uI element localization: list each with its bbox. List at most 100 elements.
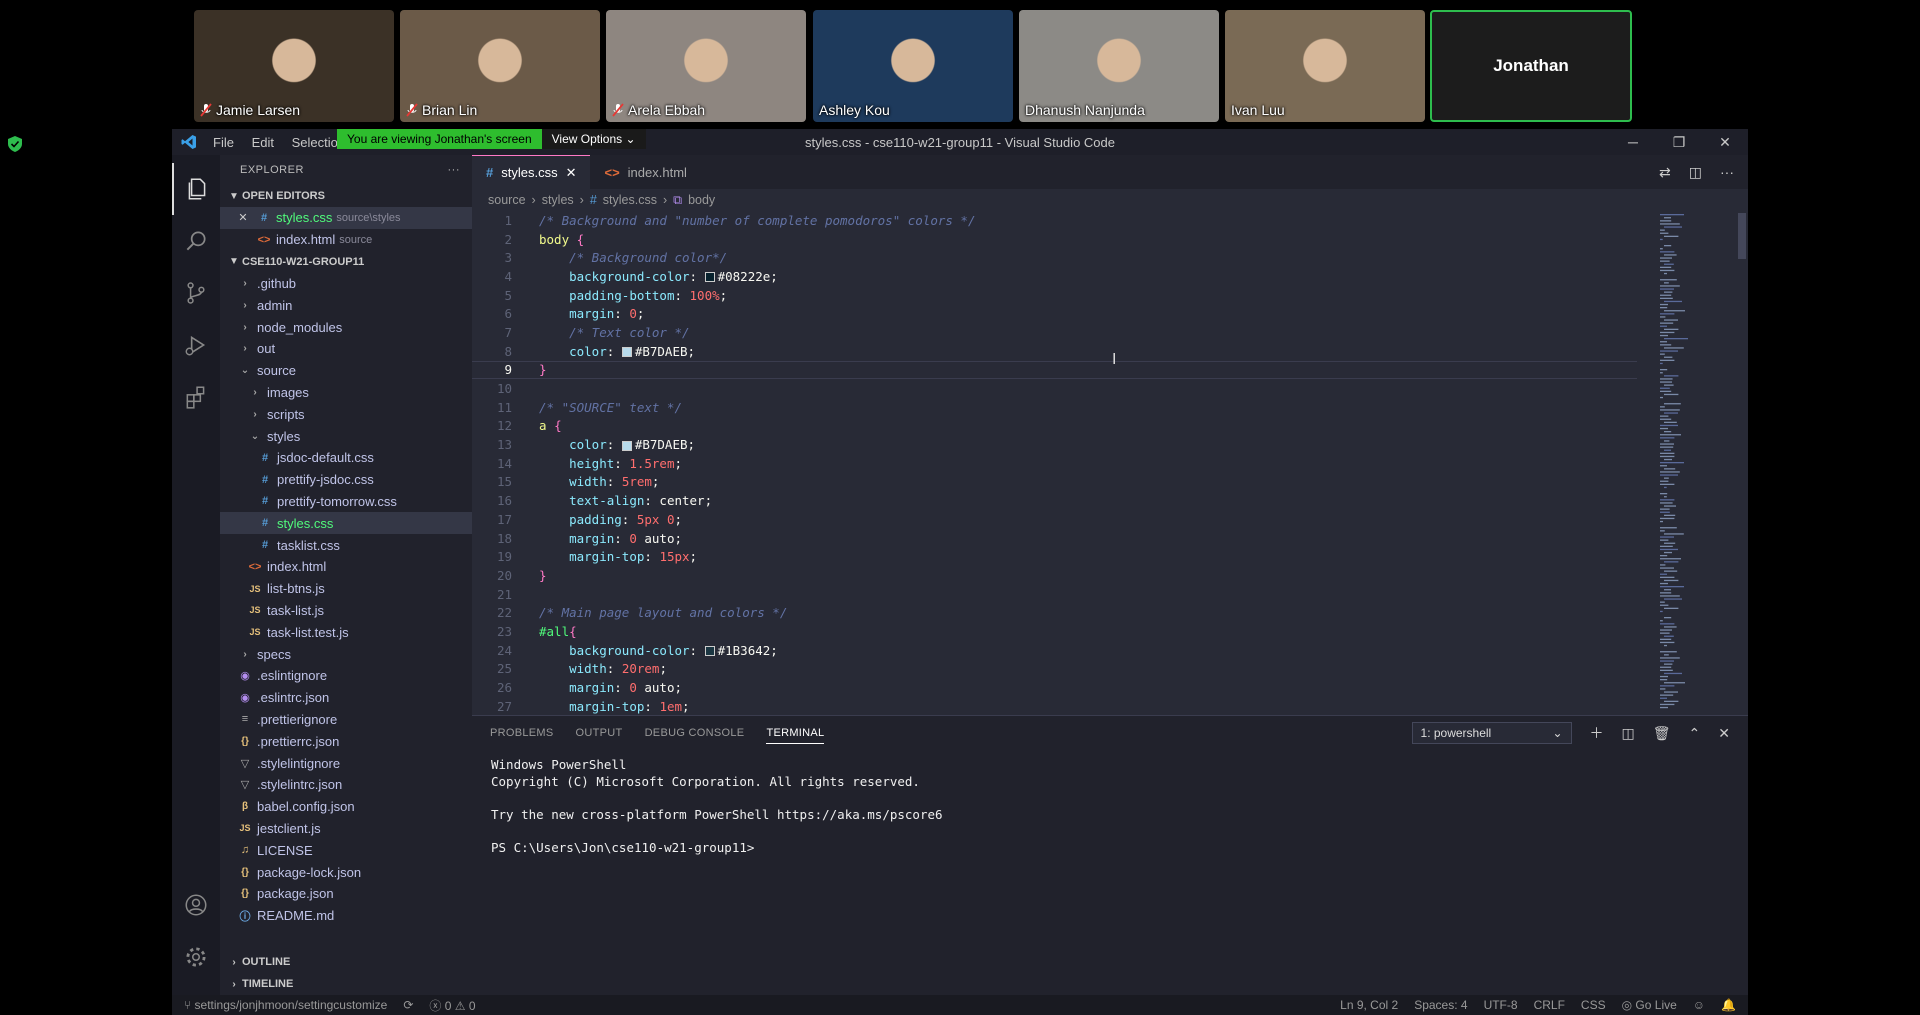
participant-tile[interactable]: Ivan Luu [1225, 10, 1425, 122]
code-line[interactable]: 9} [472, 360, 1637, 380]
tab-terminal[interactable]: TERMINAL [766, 727, 825, 744]
file-item[interactable]: ⓘ README.md [220, 905, 472, 927]
split-terminal-icon[interactable]: ◫ [1622, 725, 1635, 742]
breadcrumb-styles[interactable]: styles [542, 193, 574, 207]
close-window-icon[interactable]: ✕ [1702, 129, 1748, 155]
code-line[interactable]: 27 margin-top: 1em; [472, 697, 1748, 715]
menu-edit[interactable]: Edit [252, 135, 274, 150]
close-tab-icon[interactable]: ✕ [566, 165, 577, 181]
language-mode[interactable]: CSS [1581, 998, 1606, 1012]
cursor-position[interactable]: Ln 9, Col 2 [1340, 998, 1398, 1012]
tab-output[interactable]: OUTPUT [576, 727, 623, 739]
file-item[interactable]: ♫ LICENSE [220, 839, 472, 861]
file-item[interactable]: JS task-list.js [220, 600, 472, 622]
code-editor[interactable]: 1 /* Background and "number of complete p… [472, 211, 1748, 715]
terminal-output[interactable]: Windows PowerShell Copyright (C) Microsof… [472, 750, 1748, 856]
participant-tile[interactable]: Arela Ebbah [606, 10, 806, 122]
file-item[interactable]: ◉ .eslintrc.json [220, 687, 472, 709]
minimize-icon[interactable]: ─ [1610, 129, 1656, 155]
code-line[interactable]: 5 padding-bottom: 100%; [472, 286, 1748, 305]
file-item[interactable]: # prettify-jsdoc.css [220, 469, 472, 491]
folder-item[interactable]: › images [220, 382, 472, 404]
editor-scrollbar[interactable] [1736, 211, 1748, 715]
file-item[interactable]: <> index.html [220, 556, 472, 578]
account-icon[interactable] [172, 879, 220, 931]
folder-item[interactable]: ⌄ source [220, 360, 472, 382]
code-line[interactable]: 21 [472, 585, 1748, 604]
file-item[interactable]: # styles.css [220, 512, 472, 535]
participant-tile[interactable]: Brian Lin [400, 10, 600, 122]
folder-item[interactable]: › scripts [220, 403, 472, 425]
notifications-icon[interactable]: 🔔 [1721, 998, 1736, 1012]
code-line[interactable]: 20} [472, 566, 1748, 585]
participant-tile[interactable]: Ashley Kou [813, 10, 1013, 122]
split-editor-icon[interactable]: ◫ [1689, 164, 1702, 181]
timeline-section[interactable]: › TIMELINE [220, 973, 472, 995]
feedback-icon[interactable]: ☺ [1693, 998, 1705, 1012]
code-line[interactable]: 16 text-align: center; [472, 491, 1748, 510]
new-terminal-icon[interactable]: ＋ [1590, 723, 1604, 743]
outline-section[interactable]: › OUTLINE [220, 951, 472, 973]
code-line[interactable]: 18 margin: 0 auto; [472, 529, 1748, 548]
folder-item[interactable]: › out [220, 338, 472, 360]
explorer-icon[interactable] [172, 163, 220, 215]
more-actions-icon[interactable]: ··· [448, 164, 461, 176]
tab-problems[interactable]: PROBLEMS [490, 727, 554, 739]
folder-item[interactable]: › .github [220, 273, 472, 295]
sync-icon[interactable]: ⟳ [403, 998, 413, 1012]
color-swatch[interactable] [621, 440, 632, 451]
code-line[interactable]: 25 width: 20rem; [472, 660, 1748, 679]
terminal-select[interactable]: 1: powershell ⌄ [1411, 722, 1572, 744]
go-live-button[interactable]: ◎ Go Live [1622, 998, 1677, 1012]
code-line[interactable]: 17 padding: 5px 0; [472, 510, 1748, 529]
folder-item[interactable]: › specs [220, 643, 472, 665]
code-line[interactable]: 23 #all{ [472, 622, 1748, 641]
code-line[interactable]: 14 height: 1.5rem; [472, 454, 1748, 473]
code-line[interactable]: 24 background-color: #1B3642; [472, 641, 1748, 660]
indentation[interactable]: Spaces: 4 [1414, 998, 1467, 1012]
file-item[interactable]: {} .prettierrc.json [220, 730, 472, 752]
participant-tile[interactable]: Dhanush Nanjunda [1019, 10, 1219, 122]
breadcrumb-symbol[interactable]: body [688, 193, 715, 207]
code-line[interactable]: 12 a { [472, 417, 1748, 436]
file-item[interactable]: # prettify-tomorrow.css [220, 491, 472, 513]
file-item[interactable]: ▽ .stylelintrc.json [220, 774, 472, 796]
maximize-panel-icon[interactable]: ⌃ [1689, 725, 1701, 742]
file-item[interactable]: {} package-lock.json [220, 861, 472, 883]
file-item[interactable]: JS list-btns.js [220, 578, 472, 600]
active-speaker-tile[interactable]: Jonathan [1430, 10, 1632, 122]
tab-styles-css[interactable]: # styles.css ✕ [472, 155, 591, 189]
code-line[interactable]: 3 /* Background color*/ [472, 248, 1748, 267]
color-swatch[interactable] [704, 646, 715, 657]
branch-item[interactable]: ⑂ settings/jonjhmoon/settingcustomize [184, 998, 387, 1012]
encoding[interactable]: UTF-8 [1484, 998, 1518, 1012]
file-item[interactable]: {} package.json [220, 883, 472, 905]
code-line[interactable]: 2 body { [472, 230, 1748, 249]
participant-tile[interactable]: Jamie Larsen [194, 10, 394, 122]
code-line[interactable]: 10 [472, 379, 1748, 398]
run-debug-icon[interactable] [172, 319, 220, 371]
minimap[interactable] [1658, 211, 1736, 711]
code-line[interactable]: 1 /* Background and "number of complete p… [472, 211, 1748, 230]
close-panel-icon[interactable]: ✕ [1718, 725, 1730, 742]
view-options-button[interactable]: View Options ⌄ [541, 129, 646, 149]
end-of-line[interactable]: CRLF [1534, 998, 1565, 1012]
code-line[interactable]: 6 margin: 0; [472, 304, 1748, 323]
open-changes-icon[interactable]: ⇄ [1659, 164, 1671, 181]
file-item[interactable]: ◉ .eslintignore [220, 665, 472, 687]
file-item[interactable]: ≡ .prettierignore [220, 709, 472, 731]
file-item[interactable]: JS jestclient.js [220, 818, 472, 840]
breadcrumb-file[interactable]: styles.css [603, 193, 657, 207]
open-editors-section[interactable]: ▼ OPEN EDITORS [220, 185, 472, 207]
file-item[interactable]: ▽ .stylelintignore [220, 752, 472, 774]
file-item[interactable]: # jsdoc-default.css [220, 447, 472, 469]
code-line[interactable]: 26 margin: 0 auto; [472, 678, 1748, 697]
scroll-thumb[interactable] [1738, 213, 1746, 259]
open-editor-item[interactable]: <> index.html source [220, 229, 472, 251]
project-section[interactable]: ▼ CSE110-W21-GROUP11 [220, 251, 472, 273]
code-line[interactable]: 4 background-color: #08222e; [472, 267, 1748, 286]
color-swatch[interactable] [621, 347, 632, 358]
source-control-icon[interactable] [172, 267, 220, 319]
code-line[interactable]: 11 /* "SOURCE" text */ [472, 398, 1748, 417]
problems-item[interactable]: ⓧ 0 ⚠ 0 [429, 997, 475, 1014]
